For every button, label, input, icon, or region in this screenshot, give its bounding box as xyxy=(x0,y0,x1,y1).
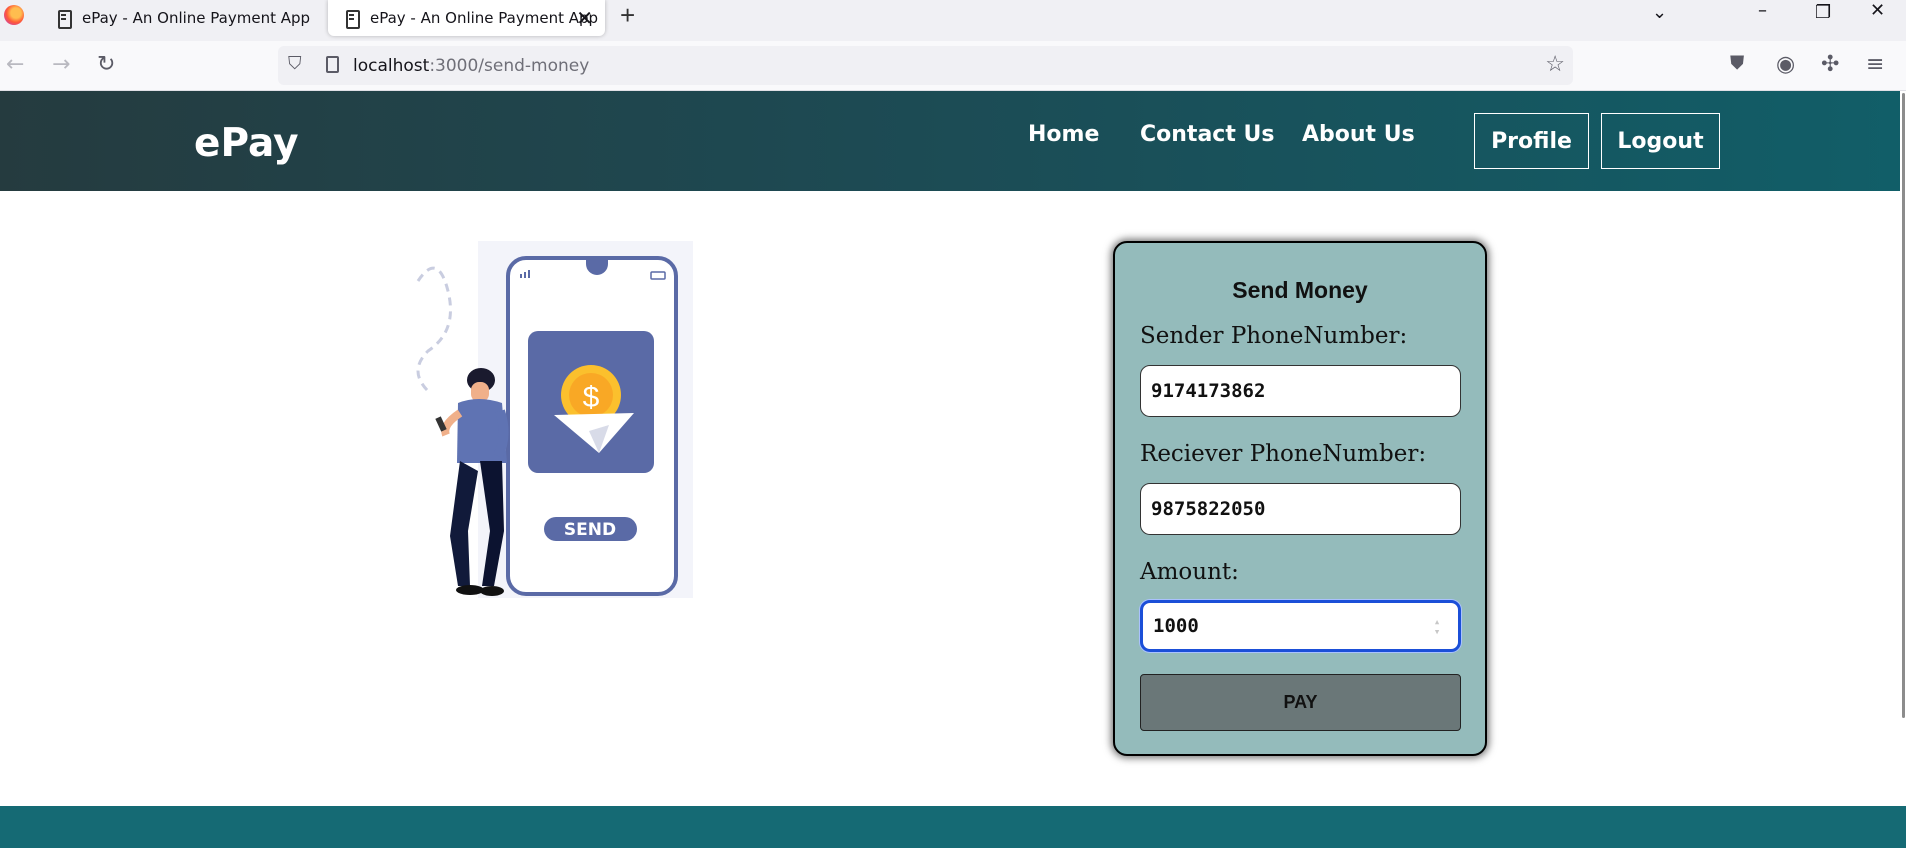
extensions-icon[interactable]: ✣ xyxy=(1821,52,1839,77)
close-tab-icon[interactable]: ✕ xyxy=(576,6,593,30)
browser-tab-bar: ePay - An Online Payment App ePay - An O… xyxy=(0,0,1906,41)
send-label: SEND xyxy=(564,520,616,540)
forward-icon[interactable]: → xyxy=(52,52,70,77)
logout-button[interactable]: Logout xyxy=(1601,113,1720,169)
url-text[interactable]: localhost:3000/send-money xyxy=(353,56,589,76)
brand-logo[interactable]: ePay xyxy=(194,121,299,166)
sender-label: Sender PhoneNumber: xyxy=(1140,323,1408,349)
sender-phone-value: 9174173862 xyxy=(1151,380,1266,402)
dollar-sign: $ xyxy=(583,381,600,414)
profile-button[interactable]: Profile xyxy=(1474,113,1589,169)
account-icon[interactable]: ◉ xyxy=(1776,52,1795,77)
pay-button[interactable]: PAY xyxy=(1140,674,1461,731)
nav-contact-us[interactable]: Contact Us xyxy=(1140,122,1274,147)
page-footer xyxy=(0,806,1906,848)
pocket-icon[interactable]: ⛊ xyxy=(1730,52,1744,74)
reload-icon[interactable]: ↻ xyxy=(97,52,115,77)
receiver-label: Reciever PhoneNumber: xyxy=(1140,441,1427,467)
form-title: Send Money xyxy=(1232,277,1368,303)
amount-input[interactable]: 1000 ▴ ▾ xyxy=(1140,600,1461,652)
menu-icon[interactable]: ≡ xyxy=(1866,52,1884,77)
send-money-card: Send Money Sender PhoneNumber: 917417386… xyxy=(1113,241,1487,756)
nav-home[interactable]: Home xyxy=(1028,122,1099,147)
browser-nav-bar: ← → ↻ ⛉ localhost:3000/send-money ☆ ⛊ ◉ … xyxy=(0,41,1906,91)
browser-tab-1[interactable]: ePay - An Online Payment App xyxy=(40,0,317,36)
amount-label: Amount: xyxy=(1140,559,1239,585)
app-header: ePay Home Contact Us About Us Profile Lo… xyxy=(0,91,1906,191)
receiver-phone-value: 9875822050 xyxy=(1151,498,1266,520)
amount-value: 1000 xyxy=(1153,615,1199,637)
close-window-icon[interactable]: ✕ xyxy=(1870,0,1885,21)
page-favicon-icon xyxy=(344,9,360,29)
page-scrollbar[interactable] xyxy=(1900,91,1906,721)
list-all-tabs-icon[interactable]: ⌄ xyxy=(1652,2,1667,23)
page-favicon-icon xyxy=(56,9,72,29)
receiver-phone-input[interactable]: 9875822050 xyxy=(1140,483,1461,535)
nav-about-us[interactable]: About Us xyxy=(1302,122,1415,147)
bookmark-star-icon[interactable]: ☆ xyxy=(1545,51,1565,77)
sender-phone-input[interactable]: 9174173862 xyxy=(1140,365,1461,417)
restore-window-icon[interactable]: ❐ xyxy=(1815,2,1831,23)
back-icon[interactable]: ← xyxy=(6,52,24,77)
browser-tab-2[interactable]: ePay - An Online Payment App ✕ xyxy=(328,0,605,36)
new-tab-button[interactable]: + xyxy=(620,0,635,31)
minimize-window-icon[interactable]: – xyxy=(1758,0,1767,21)
tab-title: ePay - An Online Payment App xyxy=(370,9,599,27)
address-bar[interactable]: ⛉ localhost:3000/send-money ☆ xyxy=(278,46,1573,85)
tab-title: ePay - An Online Payment App xyxy=(82,9,311,27)
number-spinner-icon[interactable]: ▴ ▾ xyxy=(1426,616,1448,639)
page-info-icon[interactable] xyxy=(326,56,339,73)
firefox-icon xyxy=(4,5,24,25)
send-money-illustration: $ SEND xyxy=(416,241,693,598)
tracking-shield-icon[interactable]: ⛉ xyxy=(288,53,302,74)
